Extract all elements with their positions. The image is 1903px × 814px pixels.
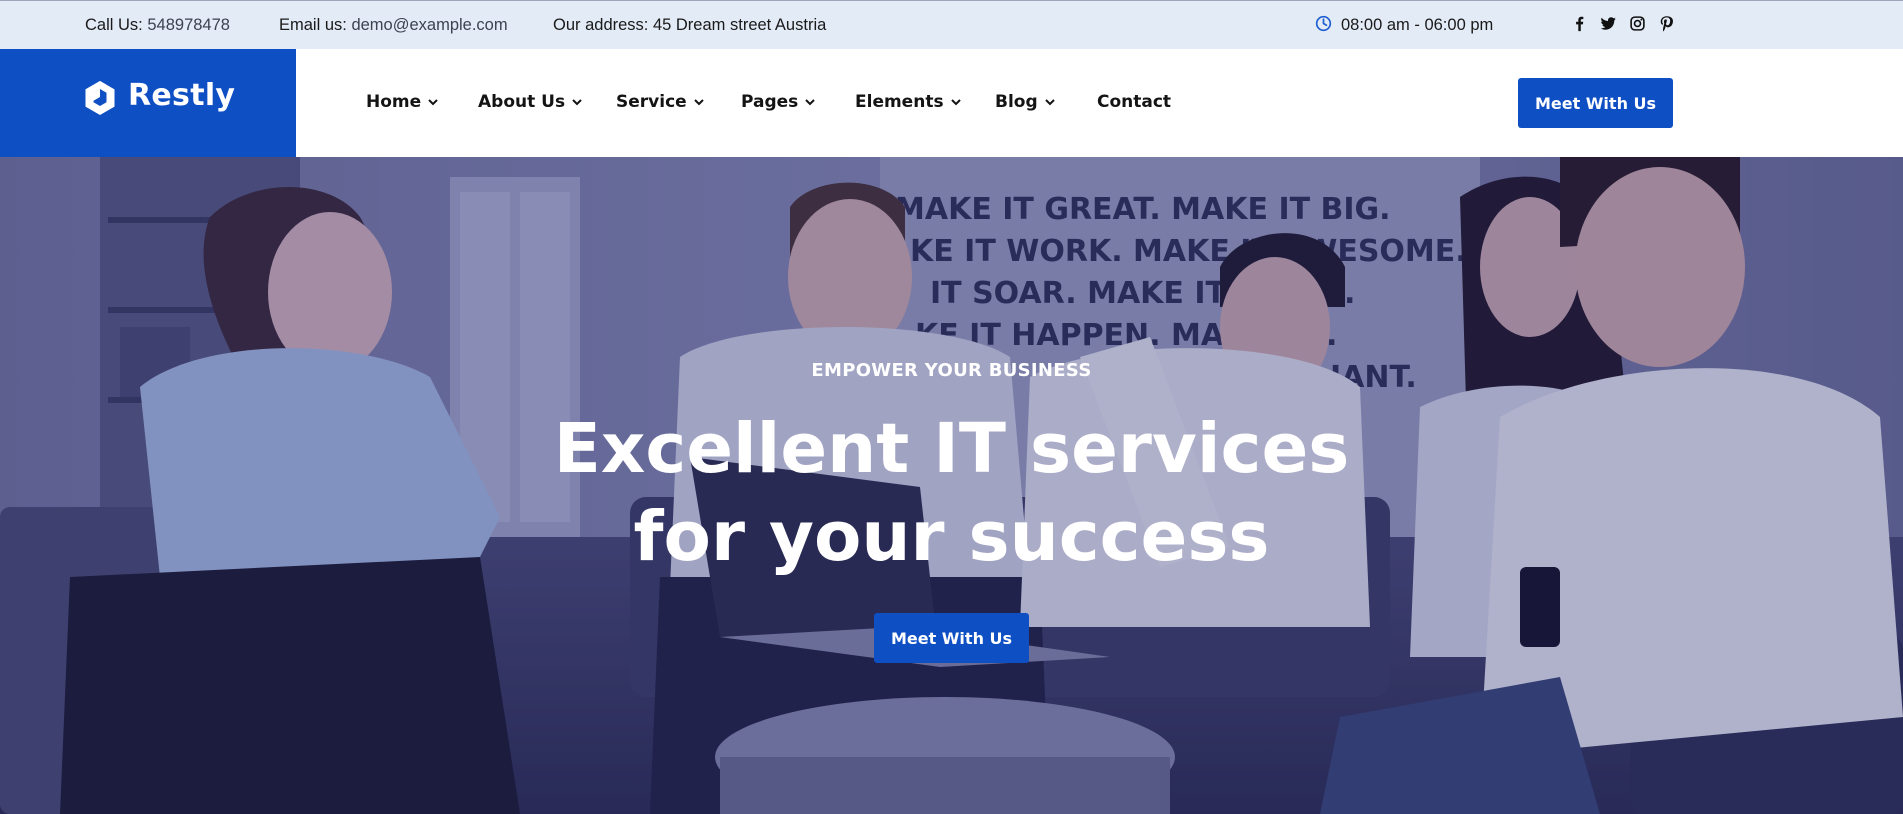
hexagon-logo-icon — [85, 81, 115, 115]
brand-name: Restly — [128, 78, 236, 113]
nav-pages-label: Pages — [741, 92, 799, 112]
twitter-icon[interactable] — [1600, 15, 1617, 32]
meet-with-us-header-button[interactable]: Meet With Us — [1518, 78, 1673, 128]
nav-elements-label: Elements — [855, 92, 944, 112]
business-hours: 08:00 am - 06:00 pm — [1341, 16, 1494, 34]
nav-home[interactable]: Home — [366, 92, 439, 112]
instagram-icon[interactable] — [1629, 15, 1646, 32]
hero-eyebrow: EMPOWER YOUR BUSINESS — [811, 360, 1092, 381]
nav-blog[interactable]: Blog — [995, 92, 1056, 112]
chevron-down-icon — [1044, 99, 1055, 106]
top-info-bar: Call Us: 548978478 Email us: demo@exampl… — [0, 0, 1903, 49]
chevron-down-icon — [805, 99, 816, 106]
hero-title-line-1: Excellent IT services — [553, 409, 1350, 489]
phone-number[interactable]: 548978478 — [147, 16, 230, 34]
email-info[interactable]: Email us: demo@example.com — [279, 16, 508, 35]
address-info: Our address: 45 Dream street Austria — [553, 16, 827, 34]
nav-contact-label: Contact — [1097, 92, 1172, 112]
meet-with-us-hero-button[interactable]: Meet With Us — [874, 613, 1029, 663]
hero-title-line-2: for your success — [633, 497, 1270, 577]
nav-about-us-label: About Us — [478, 92, 566, 112]
nav-contact[interactable]: Contact — [1097, 92, 1171, 112]
nav-elements[interactable]: Elements — [855, 92, 962, 112]
nav-service[interactable]: Service — [616, 92, 705, 112]
nav-blog-label: Blog — [995, 92, 1038, 112]
chevron-down-icon — [428, 99, 438, 106]
logo-link[interactable]: Restly — [0, 49, 296, 157]
hero-title: Excellent IT services for your success — [0, 405, 1903, 581]
chevron-down-icon — [693, 99, 704, 106]
nav-service-label: Service — [616, 92, 687, 112]
nav-pages[interactable]: Pages — [741, 92, 816, 112]
facebook-icon[interactable] — [1571, 15, 1588, 32]
clock-icon — [1315, 15, 1332, 32]
hero-section: MAKE IT GREAT. MAKE IT BIG. KE IT WORK. … — [0, 157, 1903, 814]
email-label: Email us: — [279, 16, 347, 34]
phone-label: Call Us: — [85, 16, 143, 34]
main-header: Restly Home About Us Service Pages Eleme… — [0, 49, 1903, 157]
chevron-down-icon — [950, 99, 961, 106]
chevron-down-icon — [572, 99, 582, 106]
nav-about-us[interactable]: About Us — [478, 92, 583, 112]
pinterest-icon[interactable] — [1658, 15, 1675, 32]
email-address[interactable]: demo@example.com — [351, 16, 507, 34]
phone-info[interactable]: Call Us: 548978478 — [85, 16, 230, 35]
nav-home-label: Home — [366, 92, 422, 112]
